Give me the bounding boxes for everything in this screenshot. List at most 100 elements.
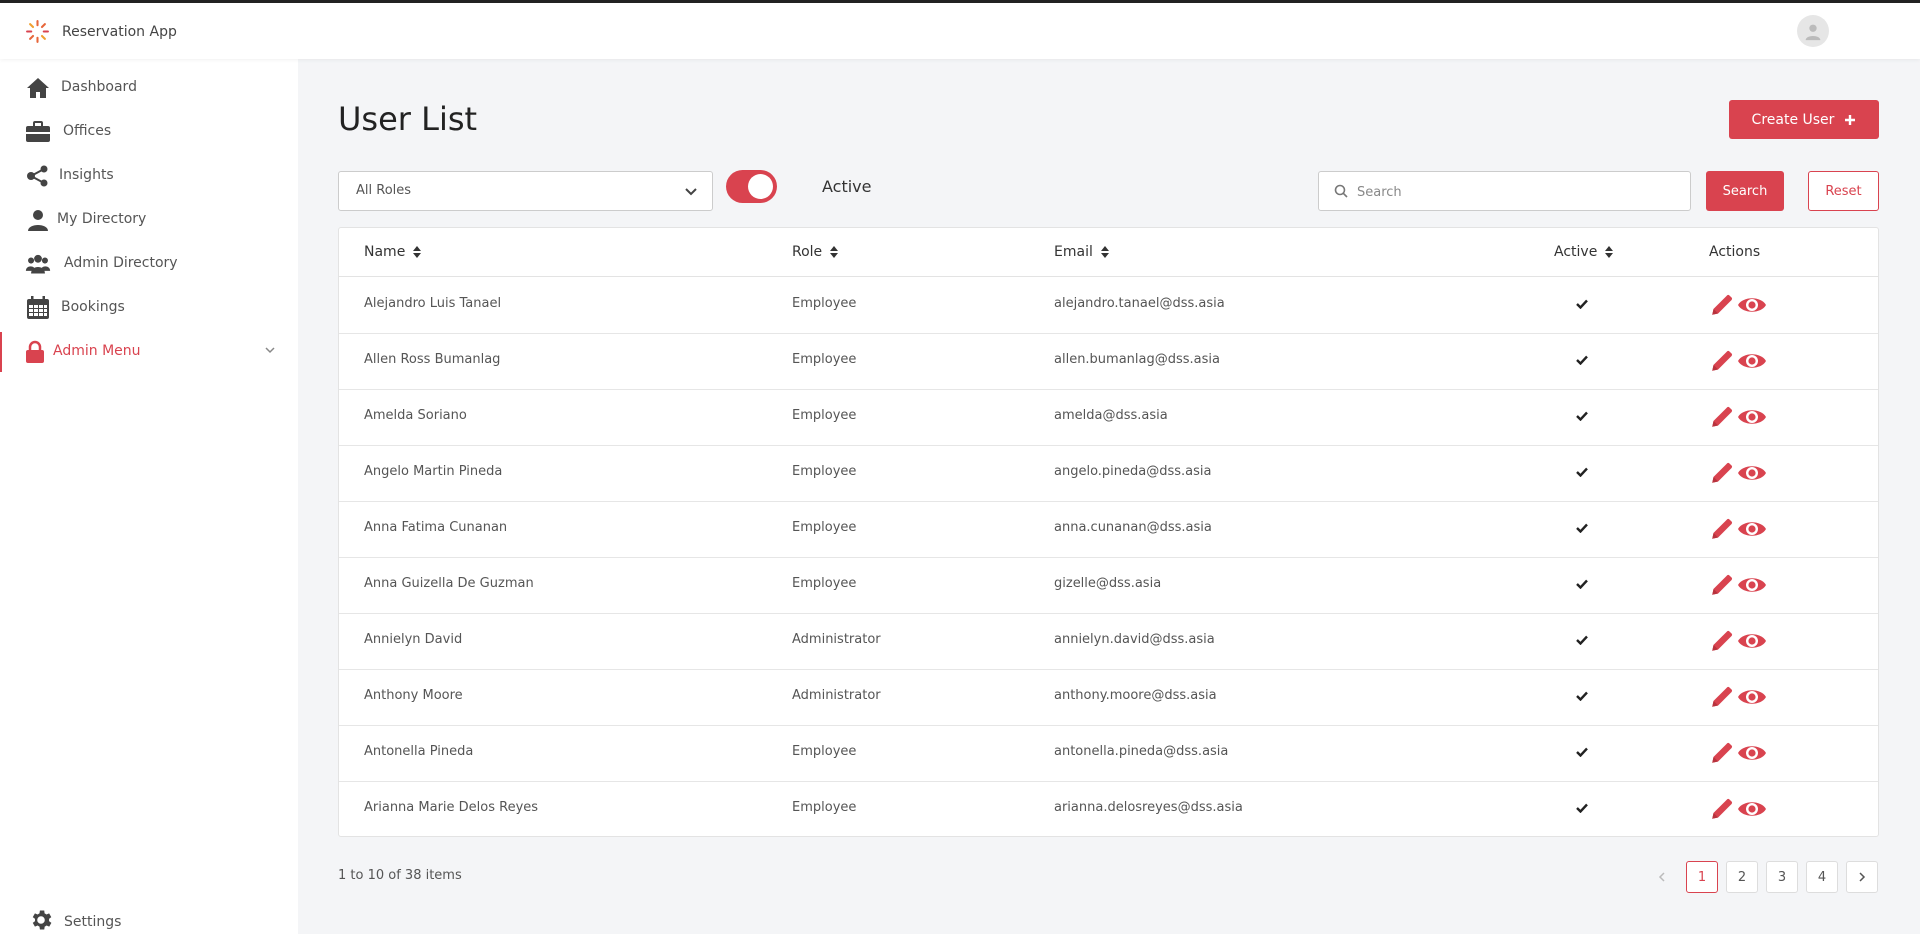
pagination: 1 2 3 4: [1646, 861, 1878, 893]
table-row: Arianna Marie Delos Reyes Employee arianna…: [339, 782, 1878, 836]
calendar-icon: [25, 296, 51, 320]
view-icon[interactable]: [1737, 350, 1767, 372]
search-input[interactable]: [1357, 180, 1677, 204]
edit-icon[interactable]: [1709, 516, 1735, 542]
chevron-down-icon: [685, 188, 697, 196]
user-email: allen.bumanlag@dss.asia: [1054, 352, 1220, 367]
edit-icon[interactable]: [1709, 348, 1735, 374]
settings-label: Settings: [64, 914, 122, 930]
user-role: Administrator: [792, 632, 881, 647]
create-user-label: Create User: [1751, 111, 1835, 128]
page-button-3[interactable]: 3: [1766, 861, 1798, 893]
user-email: annielyn.david@dss.asia: [1054, 632, 1215, 647]
column-header-actions: Actions: [1709, 244, 1760, 260]
sort-icon: [1605, 246, 1614, 258]
user-email: amelda@dss.asia: [1054, 408, 1168, 423]
row-actions: [1709, 516, 1767, 542]
view-icon[interactable]: [1737, 406, 1767, 428]
search-button[interactable]: Search: [1706, 171, 1784, 211]
sidebar-item-admin-menu[interactable]: Admin Menu: [0, 332, 298, 372]
sort-icon: [1100, 246, 1109, 258]
edit-icon[interactable]: [1709, 796, 1735, 822]
sidebar-item-bookings[interactable]: Bookings: [0, 288, 298, 328]
sidebar-item-admin-directory[interactable]: Admin Directory: [0, 244, 298, 284]
row-actions: [1709, 572, 1767, 598]
column-header-label: Role: [792, 244, 823, 260]
view-icon[interactable]: [1737, 574, 1767, 596]
user-name: Anthony Moore: [364, 688, 463, 703]
chevron-left-icon: [1658, 872, 1665, 882]
row-actions: [1709, 684, 1767, 710]
user-name: Amelda Soriano: [364, 408, 467, 423]
avatar-icon: [1805, 24, 1821, 41]
row-actions: [1709, 460, 1767, 486]
sidebar-item-dashboard[interactable]: Dashboard: [0, 68, 298, 108]
table-row: Anna Fatima Cunanan Employee anna.cunanan@…: [339, 502, 1878, 558]
row-actions: [1709, 348, 1767, 374]
role-select[interactable]: All Roles: [338, 171, 713, 211]
table-row: Anna Guizella De Guzman Employee gizelle@d…: [339, 558, 1878, 614]
page-button-4[interactable]: 4: [1806, 861, 1838, 893]
check-icon: [1576, 522, 1588, 537]
search-box: [1318, 171, 1691, 211]
logo-icon: [26, 20, 49, 43]
sidebar-item-settings[interactable]: Settings: [0, 901, 298, 934]
user-role: Employee: [792, 296, 857, 311]
view-icon[interactable]: [1737, 462, 1767, 484]
column-header-name[interactable]: Name: [364, 244, 422, 260]
table-row: Allen Ross Bumanlag Employee allen.bumanla…: [339, 334, 1878, 390]
column-header-label: Name: [364, 244, 406, 260]
edit-icon[interactable]: [1709, 572, 1735, 598]
top-bar: Reservation App: [0, 0, 1920, 59]
role-select-value: All Roles: [356, 183, 412, 198]
prev-page-button[interactable]: [1646, 861, 1678, 893]
create-user-button[interactable]: Create User: [1729, 100, 1879, 139]
row-actions: [1709, 292, 1767, 318]
app-name: Reservation App: [62, 23, 177, 40]
edit-icon[interactable]: [1709, 684, 1735, 710]
user-role: Employee: [792, 352, 857, 367]
view-icon[interactable]: [1737, 686, 1767, 708]
sidebar-item-offices[interactable]: Offices: [0, 112, 298, 152]
user-name: Alejandro Luis Tanael: [364, 296, 502, 311]
user-email: anthony.moore@dss.asia: [1054, 688, 1217, 703]
view-icon[interactable]: [1737, 630, 1767, 652]
active-toggle[interactable]: [726, 170, 777, 203]
avatar[interactable]: [1797, 15, 1829, 47]
table-row: Angelo Martin Pineda Employee angelo.pined…: [339, 446, 1878, 502]
table-header: Name Role Email Active Actions: [339, 228, 1878, 277]
briefcase-icon: [25, 120, 51, 144]
sidebar: Dashboard Offices Insights My Directory …: [0, 59, 298, 934]
brand[interactable]: Reservation App: [25, 19, 177, 44]
check-icon: [1576, 466, 1588, 481]
view-icon[interactable]: [1737, 798, 1767, 820]
edit-icon[interactable]: [1709, 404, 1735, 430]
next-page-button[interactable]: [1846, 861, 1878, 893]
check-icon: [1576, 354, 1588, 369]
sidebar-item-label: Offices: [63, 123, 112, 139]
edit-icon[interactable]: [1709, 460, 1735, 486]
column-header-label: Actions: [1709, 244, 1761, 260]
user-role: Employee: [792, 520, 857, 535]
edit-icon[interactable]: [1709, 740, 1735, 766]
sidebar-item-label: My Directory: [57, 211, 147, 227]
sidebar-item-my-directory[interactable]: My Directory: [0, 200, 298, 240]
column-header-role[interactable]: Role: [792, 244, 839, 260]
view-icon[interactable]: [1737, 742, 1767, 764]
search-icon: [1334, 184, 1348, 198]
view-icon[interactable]: [1737, 294, 1767, 316]
column-header-active[interactable]: Active: [1554, 244, 1614, 260]
column-header-email[interactable]: Email: [1054, 244, 1109, 260]
sidebar-item-insights[interactable]: Insights: [0, 156, 298, 196]
user-name: Arianna Marie Delos Reyes: [364, 800, 539, 815]
user-role: Employee: [792, 408, 857, 423]
reset-button[interactable]: Reset: [1808, 171, 1879, 211]
page-button-2[interactable]: 2: [1726, 861, 1758, 893]
check-icon: [1576, 802, 1588, 817]
edit-icon[interactable]: [1709, 628, 1735, 654]
check-icon: [1576, 746, 1588, 761]
edit-icon[interactable]: [1709, 292, 1735, 318]
row-actions: [1709, 628, 1767, 654]
view-icon[interactable]: [1737, 518, 1767, 540]
page-button-1[interactable]: 1: [1686, 861, 1718, 893]
